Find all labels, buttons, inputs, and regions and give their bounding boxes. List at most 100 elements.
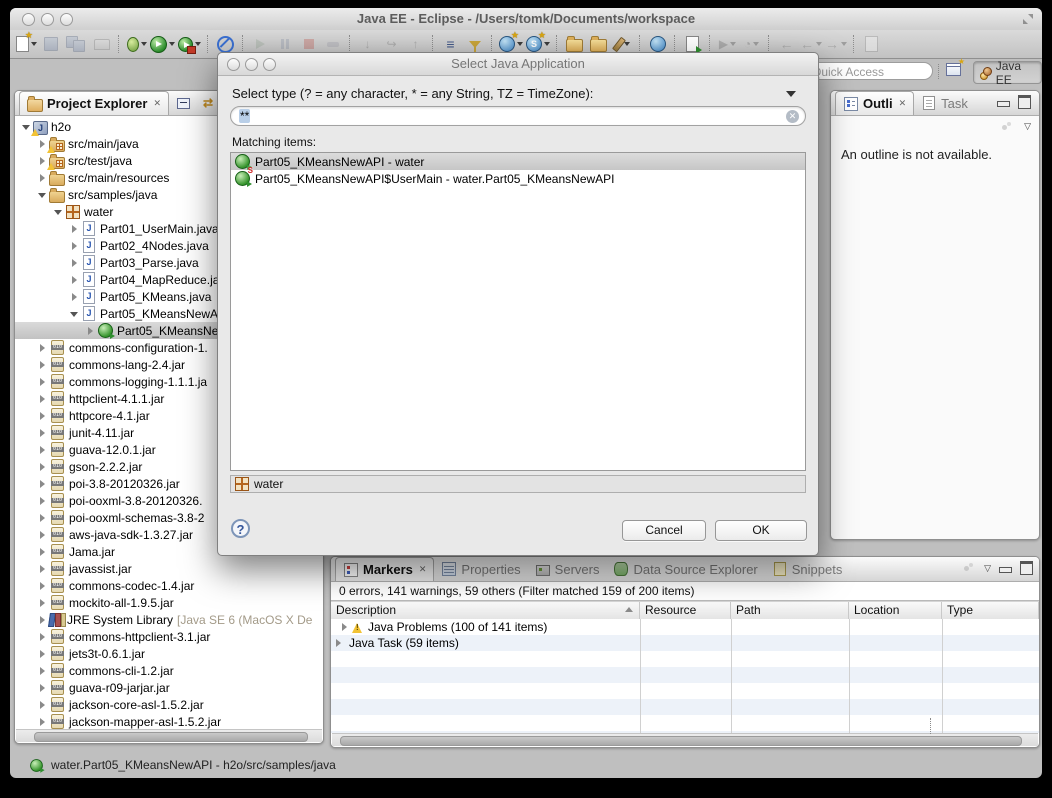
tree-expanded-arrow-icon[interactable] — [21, 122, 31, 132]
link-with-editor-button[interactable]: ⇄ — [199, 95, 217, 111]
matching-item-part05-kmeansnewapi-usermain-water-part0[interactable]: SPart05_KMeansNewAPI$UserMain - water.Pa… — [231, 170, 805, 187]
run-external-tools-button[interactable] — [177, 32, 202, 56]
new-wizard-button[interactable]: ★ — [15, 32, 38, 56]
tree-item-javassist-jar[interactable]: 010javassist.jar — [15, 560, 323, 577]
tree-collapsed-arrow-icon[interactable] — [37, 649, 47, 659]
toolbar-separator — [709, 35, 711, 53]
tree-item-jre-system-library[interactable]: JRE System Library[Java SE 6 (MacOS X De — [15, 611, 323, 628]
tree-collapsed-arrow-icon[interactable] — [69, 292, 79, 302]
close-tab-icon[interactable]: ✕ — [899, 98, 907, 109]
scrollbar-thumb[interactable] — [34, 732, 308, 742]
tab-markers[interactable]: Markers✕ — [335, 557, 434, 581]
jar-icon: 010 — [51, 340, 64, 355]
chevron-down-icon[interactable] — [786, 91, 796, 97]
tree-item-commons-codec-1-4-jar[interactable]: 010commons-codec-1.4.jar — [15, 577, 323, 594]
tab-servers[interactable]: Servers — [528, 558, 607, 581]
tree-collapsed-arrow-icon[interactable] — [37, 462, 47, 472]
open-perspective-button[interactable] — [946, 63, 968, 81]
tree-expanded-arrow-icon[interactable] — [69, 309, 79, 319]
type-filter-input[interactable]: ** ✕ — [230, 106, 806, 126]
tab-task[interactable]: Task — [914, 92, 975, 115]
tree-collapsed-arrow-icon[interactable] — [37, 717, 47, 727]
tree-collapsed-arrow-icon[interactable] — [69, 241, 79, 251]
tree-collapsed-arrow-icon[interactable] — [85, 326, 95, 336]
tree-collapsed-arrow-icon[interactable] — [37, 700, 47, 710]
debug-button[interactable] — [125, 32, 148, 56]
close-tab-icon[interactable]: ✕ — [419, 564, 427, 575]
minimize-icon[interactable] — [999, 567, 1012, 573]
tree-collapsed-arrow-icon[interactable] — [37, 377, 47, 387]
tree-collapsed-arrow-icon[interactable] — [37, 360, 47, 370]
tree-collapsed-arrow-icon[interactable] — [37, 479, 47, 489]
tree-collapsed-arrow-icon[interactable] — [37, 173, 47, 183]
tree-collapsed-arrow-icon[interactable] — [37, 615, 47, 625]
tab-data-source-explorer[interactable]: Data Source Explorer — [606, 558, 764, 581]
tree-collapsed-arrow-icon[interactable] — [37, 530, 47, 540]
help-button[interactable]: ? — [231, 519, 250, 538]
close-tab-icon[interactable]: ✕ — [153, 98, 161, 109]
tree-collapsed-arrow-icon[interactable] — [37, 428, 47, 438]
tree-collapsed-arrow-icon[interactable] — [37, 683, 47, 693]
tree-collapsed-arrow-icon[interactable] — [69, 258, 79, 268]
tree-item-jets3t-0-6-1-jar[interactable]: 010jets3t-0.6.1.jar — [15, 645, 323, 662]
tree-item-mockito-all-1-9-5-jar[interactable]: 010mockito-all-1.9.5.jar — [15, 594, 323, 611]
tab-project-explorer[interactable]: Project Explorer ✕ — [19, 91, 169, 115]
perspective-java-ee-button[interactable]: Java EE — [973, 61, 1042, 84]
dialog-titlebar[interactable]: Select Java Application — [218, 53, 818, 76]
tree-item-commons-httpclient-3-1-jar[interactable]: 010commons-httpclient-3.1.jar — [15, 628, 323, 645]
clear-icon[interactable]: ✕ — [786, 110, 799, 123]
fullscreen-icon[interactable] — [1023, 14, 1033, 24]
tree-collapsed-arrow-icon[interactable] — [37, 513, 47, 523]
horizontal-scrollbar[interactable] — [16, 729, 322, 742]
view-menu-icon[interactable]: ▽ — [984, 563, 991, 574]
tree-collapsed-arrow-icon[interactable] — [37, 139, 47, 149]
tree-collapsed-arrow-icon[interactable] — [69, 275, 79, 285]
marker-row-java-problems-100-of-141-items[interactable]: Java Problems (100 of 141 items) — [331, 619, 1039, 635]
view-menu-icon[interactable]: ▽ — [1024, 121, 1031, 132]
tree-collapsed-arrow-icon[interactable] — [37, 496, 47, 506]
minimize-icon[interactable] — [997, 101, 1010, 107]
markers-table-rows: Java Problems (100 of 141 items)Java Tas… — [331, 619, 1039, 733]
collapse-all-button[interactable] — [175, 95, 193, 111]
column-header-type[interactable]: Type — [942, 602, 1039, 619]
column-header-description[interactable]: Description — [331, 602, 640, 619]
tree-collapsed-arrow-icon[interactable] — [37, 394, 47, 404]
quick-access-input[interactable]: Quick Access — [803, 62, 933, 80]
tree-collapsed-arrow-icon[interactable] — [339, 622, 349, 632]
horizontal-scrollbar[interactable] — [332, 733, 1038, 746]
tab-snippets[interactable]: Snippets — [765, 558, 850, 581]
tab-properties[interactable]: Properties — [434, 558, 527, 581]
tree-collapsed-arrow-icon[interactable] — [37, 581, 47, 591]
perspective-label: Java EE — [996, 59, 1033, 87]
tab-outline[interactable]: Outli ✕ — [835, 91, 914, 115]
tree-collapsed-arrow-icon[interactable] — [37, 343, 47, 353]
matching-item-part05-kmeansnewapi-water[interactable]: Part05_KMeansNewAPI - water — [231, 153, 805, 170]
tree-collapsed-arrow-icon[interactable] — [333, 638, 343, 648]
maximize-icon[interactable] — [1020, 561, 1033, 575]
tree-collapsed-arrow-icon[interactable] — [37, 666, 47, 676]
tree-item-jackson-mapper-asl-1-5-2-jar[interactable]: 010jackson-mapper-asl-1.5.2.jar — [15, 713, 323, 730]
tree-collapsed-arrow-icon[interactable] — [37, 632, 47, 642]
tree-item-guava-r09-jarjar-jar[interactable]: 010guava-r09-jarjar.jar — [15, 679, 323, 696]
tree-expanded-arrow-icon[interactable] — [37, 190, 47, 200]
window-titlebar[interactable]: Java EE - Eclipse - /Users/tomk/Document… — [10, 8, 1042, 31]
column-header-location[interactable]: Location — [849, 602, 942, 619]
run-button[interactable] — [149, 32, 176, 56]
column-header-resource[interactable]: Resource — [640, 602, 731, 619]
tree-collapsed-arrow-icon[interactable] — [37, 598, 47, 608]
column-header-path[interactable]: Path — [731, 602, 849, 619]
tree-item-commons-cli-1-2-jar[interactable]: 010commons-cli-1.2.jar — [15, 662, 323, 679]
tree-expanded-arrow-icon[interactable] — [53, 207, 63, 217]
tree-collapsed-arrow-icon[interactable] — [37, 547, 47, 557]
tree-collapsed-arrow-icon[interactable] — [37, 564, 47, 574]
tree-collapsed-arrow-icon[interactable] — [37, 156, 47, 166]
tree-collapsed-arrow-icon[interactable] — [69, 224, 79, 234]
tree-collapsed-arrow-icon[interactable] — [37, 445, 47, 455]
maximize-icon[interactable] — [1018, 95, 1031, 109]
tree-item-jackson-core-asl-1-5-2-jar[interactable]: 010jackson-core-asl-1.5.2.jar — [15, 696, 323, 713]
marker-row-java-task-59-items[interactable]: Java Task (59 items) — [331, 635, 1039, 651]
cancel-button[interactable]: Cancel — [622, 520, 706, 541]
scrollbar-thumb[interactable] — [340, 736, 1022, 746]
ok-button[interactable]: OK — [715, 520, 807, 541]
tree-collapsed-arrow-icon[interactable] — [37, 411, 47, 421]
